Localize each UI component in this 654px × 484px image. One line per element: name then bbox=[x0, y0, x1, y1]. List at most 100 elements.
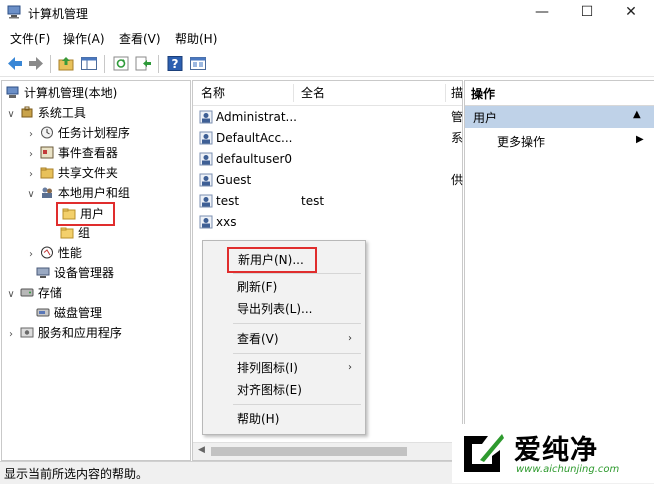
properties-icon[interactable] bbox=[189, 55, 207, 72]
forward-arrow-icon[interactable] bbox=[27, 55, 45, 72]
chevron-down-icon[interactable]: ∨ bbox=[6, 105, 16, 125]
table-row[interactable]: Guest 供 bbox=[199, 170, 463, 191]
chevron-right-icon[interactable]: › bbox=[26, 165, 36, 185]
menu-help[interactable]: 帮助(H) bbox=[175, 29, 217, 49]
menu-separator bbox=[233, 353, 361, 354]
minimize-button[interactable]: — bbox=[519, 0, 565, 25]
scroll-left-icon[interactable]: ◀ bbox=[198, 445, 205, 455]
menu-item-view[interactable]: 查看(V) bbox=[237, 329, 279, 349]
user-name: DefaultAcc... bbox=[216, 131, 293, 145]
column-header-fullname[interactable]: 全名 bbox=[301, 81, 325, 105]
user-icon bbox=[199, 110, 213, 124]
horizontal-scrollbar[interactable]: ◀ bbox=[193, 442, 462, 460]
actions-section-users[interactable]: 用户 ▲ bbox=[465, 106, 654, 128]
chevron-down-icon[interactable]: ∨ bbox=[26, 185, 36, 205]
tree-item-task-scheduler[interactable]: › 任务计划程序 bbox=[26, 123, 130, 143]
tree-item-device-manager[interactable]: 设备管理器 bbox=[36, 263, 114, 283]
watermark: 爱纯净 www.aichunjing.com bbox=[452, 424, 654, 483]
tree-item-storage[interactable]: ∨ 存储 bbox=[6, 283, 62, 303]
column-divider[interactable] bbox=[293, 84, 294, 102]
menu-item-new-user[interactable]: 新用户(N)... bbox=[227, 247, 317, 273]
menu-item-export-list[interactable]: 导出列表(L)... bbox=[237, 299, 313, 319]
storage-icon bbox=[20, 288, 34, 297]
menu-item-align-icons[interactable]: 对齐图标(E) bbox=[237, 380, 302, 400]
help-icon[interactable]: ? bbox=[166, 55, 184, 72]
tree-item-performance[interactable]: › 性能 bbox=[26, 243, 82, 263]
user-name: test bbox=[216, 194, 240, 208]
tree-label: 设备管理器 bbox=[54, 266, 115, 280]
submenu-arrow-icon: › bbox=[348, 333, 352, 344]
tree-item-local-users-groups[interactable]: ∨ 本地用户和组 bbox=[26, 183, 130, 203]
up-folder-icon[interactable] bbox=[57, 55, 75, 72]
performance-icon bbox=[40, 246, 53, 259]
user-icon bbox=[199, 131, 213, 145]
user-description: 系 bbox=[451, 131, 464, 145]
maximize-button[interactable]: ☐ bbox=[564, 0, 610, 25]
column-header-description[interactable]: 描 bbox=[451, 81, 463, 105]
submenu-arrow-icon: › bbox=[348, 362, 352, 373]
user-fullname: test bbox=[301, 194, 325, 208]
watermark-logo bbox=[464, 434, 504, 472]
tree-item-root[interactable]: 计算机管理(本地) bbox=[6, 83, 117, 103]
event-viewer-icon bbox=[40, 146, 54, 159]
column-divider[interactable] bbox=[445, 84, 446, 102]
submenu-arrow-icon: ▶ bbox=[636, 134, 644, 145]
clock-icon bbox=[40, 126, 53, 139]
maximize-icon: ☐ bbox=[580, 4, 594, 20]
table-row[interactable]: defaultuser0 bbox=[199, 149, 461, 170]
chevron-down-icon[interactable]: ∨ bbox=[6, 285, 16, 305]
toolbar-separator bbox=[50, 55, 51, 73]
table-row[interactable]: DefaultAcc... 系 bbox=[199, 128, 464, 149]
user-name: defaultuser0 bbox=[216, 152, 293, 166]
chevron-right-icon[interactable]: › bbox=[6, 325, 16, 345]
tree-label: 存储 bbox=[37, 286, 62, 300]
menu-file[interactable]: 文件(F) bbox=[10, 29, 50, 49]
tree-label: 性能 bbox=[57, 246, 82, 260]
folder-icon bbox=[60, 227, 74, 239]
scrollbar-thumb[interactable] bbox=[211, 447, 407, 456]
title-bar: 计算机管理 — ☐ ✕ bbox=[0, 0, 654, 25]
menu-action[interactable]: 操作(A) bbox=[63, 29, 105, 49]
menu-view[interactable]: 查看(V) bbox=[119, 29, 161, 49]
close-button[interactable]: ✕ bbox=[608, 0, 654, 25]
user-description: 管 bbox=[451, 110, 464, 124]
tree-label: 用户 bbox=[80, 207, 105, 221]
tree-item-disk-management[interactable]: 磁盘管理 bbox=[36, 303, 102, 323]
chevron-right-icon[interactable]: › bbox=[26, 245, 36, 265]
menu-item-help[interactable]: 帮助(H) bbox=[237, 409, 279, 429]
column-header-name[interactable]: 名称 bbox=[201, 81, 225, 105]
console-tree: 计算机管理(本地) ∨ 系统工具 › 任务计划程序 › 事件查看器 › 共享文件… bbox=[1, 80, 191, 461]
table-row[interactable]: Administrat... 管 bbox=[199, 107, 464, 128]
toolbar-separator bbox=[104, 55, 105, 73]
table-row[interactable]: test test bbox=[199, 191, 461, 212]
close-icon: ✕ bbox=[625, 4, 637, 20]
toolbar-separator bbox=[158, 55, 159, 73]
export-list-icon[interactable] bbox=[134, 55, 152, 72]
actions-title: 操作 bbox=[471, 87, 496, 101]
status-text: 显示当前所选内容的帮助。 bbox=[4, 467, 149, 481]
tree-label: 服务和应用程序 bbox=[37, 326, 122, 340]
menu-item-refresh[interactable]: 刷新(F) bbox=[237, 277, 277, 297]
chevron-right-icon[interactable]: › bbox=[26, 145, 36, 165]
menu-item-arrange-icons[interactable]: 排列图标(I) bbox=[237, 358, 298, 378]
collapse-up-icon[interactable]: ▲ bbox=[633, 109, 641, 120]
refresh-icon[interactable] bbox=[112, 55, 130, 72]
tree-label: 系统工具 bbox=[37, 106, 86, 120]
back-arrow-icon[interactable] bbox=[6, 55, 24, 72]
chevron-right-icon[interactable]: › bbox=[26, 125, 36, 145]
tree-label: 任务计划程序 bbox=[57, 126, 130, 140]
tree-item-shared-folders[interactable]: › 共享文件夹 bbox=[26, 163, 118, 183]
toolbar: ? bbox=[0, 51, 654, 77]
tree-item-system-tools[interactable]: ∨ 系统工具 bbox=[6, 103, 86, 123]
device-manager-icon bbox=[36, 267, 50, 278]
table-row[interactable]: xxs bbox=[199, 212, 461, 233]
tree-item-event-viewer[interactable]: › 事件查看器 bbox=[26, 143, 118, 163]
actions-more[interactable]: 更多操作 ▶ bbox=[465, 131, 654, 151]
show-hide-tree-icon[interactable] bbox=[80, 55, 98, 72]
tree-label: 本地用户和组 bbox=[57, 186, 130, 200]
computer-management-icon bbox=[6, 86, 19, 98]
tree-item-services-apps[interactable]: › 服务和应用程序 bbox=[6, 323, 122, 343]
actions-header: 操作 bbox=[465, 81, 654, 106]
tree-item-groups[interactable]: 组 bbox=[60, 223, 90, 243]
disk-icon bbox=[36, 308, 50, 317]
